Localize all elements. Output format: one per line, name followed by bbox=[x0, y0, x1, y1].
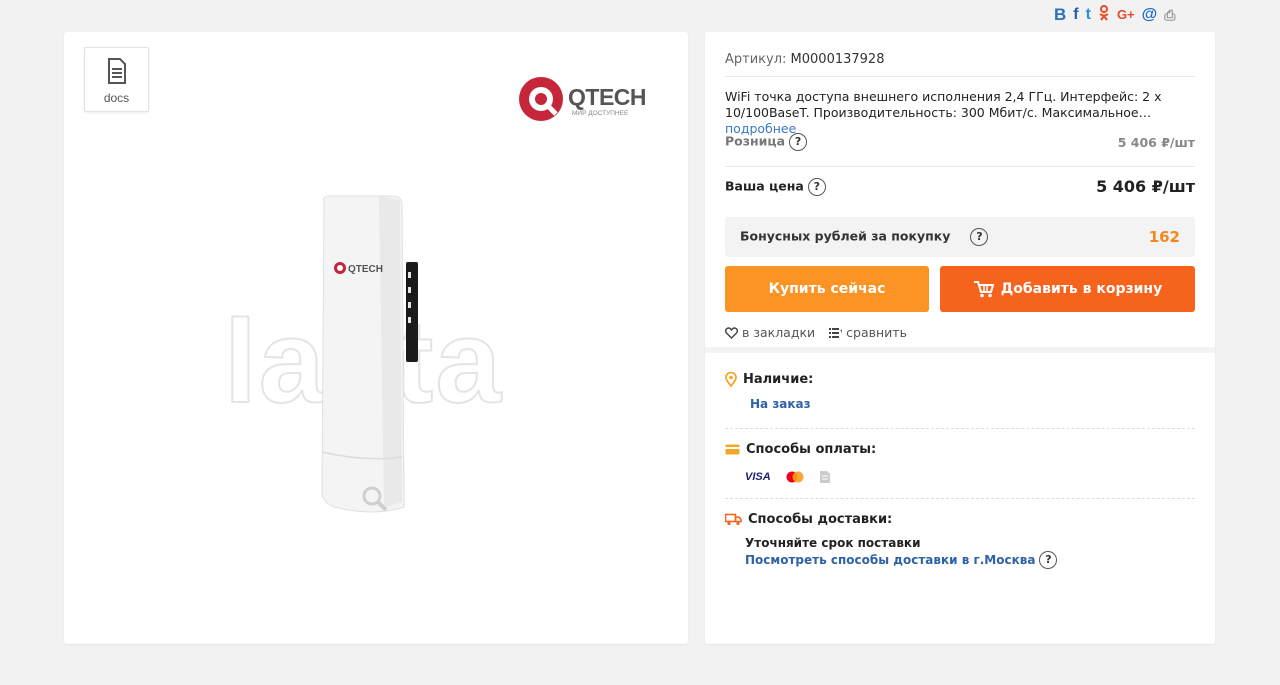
availability-title: Наличие: bbox=[725, 372, 813, 387]
svg-text:+: + bbox=[839, 328, 842, 335]
add-to-cart-label: Добавить в корзину bbox=[1000, 281, 1163, 297]
your-price-row: Ваша цена? 5 406 ₽/шт bbox=[725, 177, 1195, 196]
docs-label: docs bbox=[103, 91, 130, 105]
compare-link[interactable]: + сравнить bbox=[829, 325, 907, 340]
bonus-value: 162 bbox=[1148, 228, 1180, 246]
truck-icon bbox=[725, 513, 742, 526]
retail-price-row: Розница? 5 406 ₽/шт bbox=[725, 133, 1195, 151]
bookmark-link[interactable]: в закладки bbox=[725, 325, 815, 340]
delivery-title: Способы доставки: bbox=[725, 512, 892, 527]
help-icon[interactable]: ? bbox=[1039, 551, 1058, 569]
visa-icon: VISA bbox=[745, 471, 771, 483]
twitter-share-icon[interactable]: t bbox=[1086, 6, 1091, 24]
print-icon[interactable]: ⎙ bbox=[1164, 6, 1175, 24]
availability-title-text: Наличие: bbox=[743, 372, 814, 387]
bonus-box: Бонусных рублей за покупку? 162 bbox=[725, 217, 1195, 257]
product-image[interactable]: QTECH bbox=[224, 172, 524, 521]
your-price-label: Ваша цена? bbox=[725, 177, 826, 196]
delivery-note: Уточняйте срок поставки bbox=[745, 536, 921, 550]
payment-methods: VISA bbox=[745, 470, 831, 484]
product-description: WiFi точка доступа внешнего исполнения 2… bbox=[725, 89, 1195, 137]
description-text: WiFi точка доступа внешнего исполнения 2… bbox=[725, 89, 1162, 120]
article-value: M0000137928 bbox=[790, 52, 885, 67]
retail-label: Розница? bbox=[725, 133, 808, 151]
help-icon[interactable]: ? bbox=[789, 133, 808, 151]
cart-icon bbox=[973, 281, 995, 298]
your-price: 5 406 ₽/шт bbox=[1096, 177, 1195, 196]
bonus-label-text: Бонусных рублей за покупку bbox=[740, 228, 951, 244]
mastercard-icon bbox=[786, 471, 804, 483]
compare-label: сравнить bbox=[846, 325, 907, 340]
divider bbox=[725, 428, 1195, 429]
document-icon bbox=[108, 58, 126, 84]
zoom-icon[interactable] bbox=[360, 484, 390, 514]
bookmark-label: в закладки bbox=[742, 325, 816, 340]
product-gallery: docs QTECH МИР ДОСТУПНЕЕ lasta QTECH bbox=[64, 32, 688, 644]
location-pin-icon bbox=[725, 372, 737, 387]
delivery-link[interactable]: Посмотреть способы доставки в г.Москва? bbox=[745, 551, 1058, 569]
heart-icon bbox=[725, 326, 738, 339]
brand-slogan: МИР ДОСТУПНЕЕ bbox=[572, 110, 629, 117]
payment-title: Способы оплаты: bbox=[725, 442, 876, 457]
odnoklassniki-share-icon[interactable] bbox=[1098, 4, 1110, 26]
divider bbox=[725, 76, 1195, 77]
vk-share-icon[interactable]: В bbox=[1054, 6, 1066, 24]
facebook-share-icon[interactable]: f bbox=[1073, 6, 1078, 24]
delivery-title-text: Способы доставки: bbox=[748, 512, 893, 527]
section-separator bbox=[705, 347, 1215, 353]
retail-label-text: Розница bbox=[725, 133, 786, 149]
buy-now-button[interactable]: Купить сейчас bbox=[725, 266, 929, 312]
docs-button[interactable]: docs bbox=[84, 47, 149, 112]
compare-icon: + bbox=[829, 327, 842, 338]
product-info-panel: Артикул: M0000137928 WiFi точка доступа … bbox=[705, 32, 1215, 644]
retail-price: 5 406 ₽/шт bbox=[1117, 134, 1195, 150]
card-icon bbox=[725, 444, 740, 455]
svg-text:QTECH: QTECH bbox=[348, 264, 383, 275]
divider bbox=[725, 166, 1195, 167]
add-to-cart-button[interactable]: Добавить в корзину bbox=[940, 266, 1195, 312]
article-number: Артикул: M0000137928 bbox=[725, 52, 884, 67]
invoice-icon bbox=[819, 471, 830, 483]
brand-name: QTECH bbox=[568, 84, 647, 110]
help-icon[interactable]: ? bbox=[970, 228, 989, 246]
your-price-label-text: Ваша цена bbox=[725, 178, 804, 193]
google-plus-share-icon[interactable]: G+ bbox=[1117, 6, 1135, 24]
share-bar: В f t G+ @ ⎙ bbox=[1054, 4, 1175, 26]
mail-share-icon[interactable]: @ bbox=[1142, 6, 1158, 24]
product-actions: в закладки + сравнить bbox=[725, 325, 907, 340]
help-icon[interactable]: ? bbox=[807, 177, 826, 196]
bonus-label: Бонусных рублей за покупку? bbox=[740, 228, 989, 246]
availability-value: На заказ bbox=[750, 397, 811, 411]
delivery-link-text[interactable]: Посмотреть способы доставки в г.Москва bbox=[745, 553, 1035, 567]
payment-title-text: Способы оплаты: bbox=[746, 442, 877, 457]
divider bbox=[725, 498, 1195, 499]
article-label: Артикул: bbox=[725, 52, 787, 67]
brand-logo: QTECH МИР ДОСТУПНЕЕ bbox=[516, 74, 647, 130]
